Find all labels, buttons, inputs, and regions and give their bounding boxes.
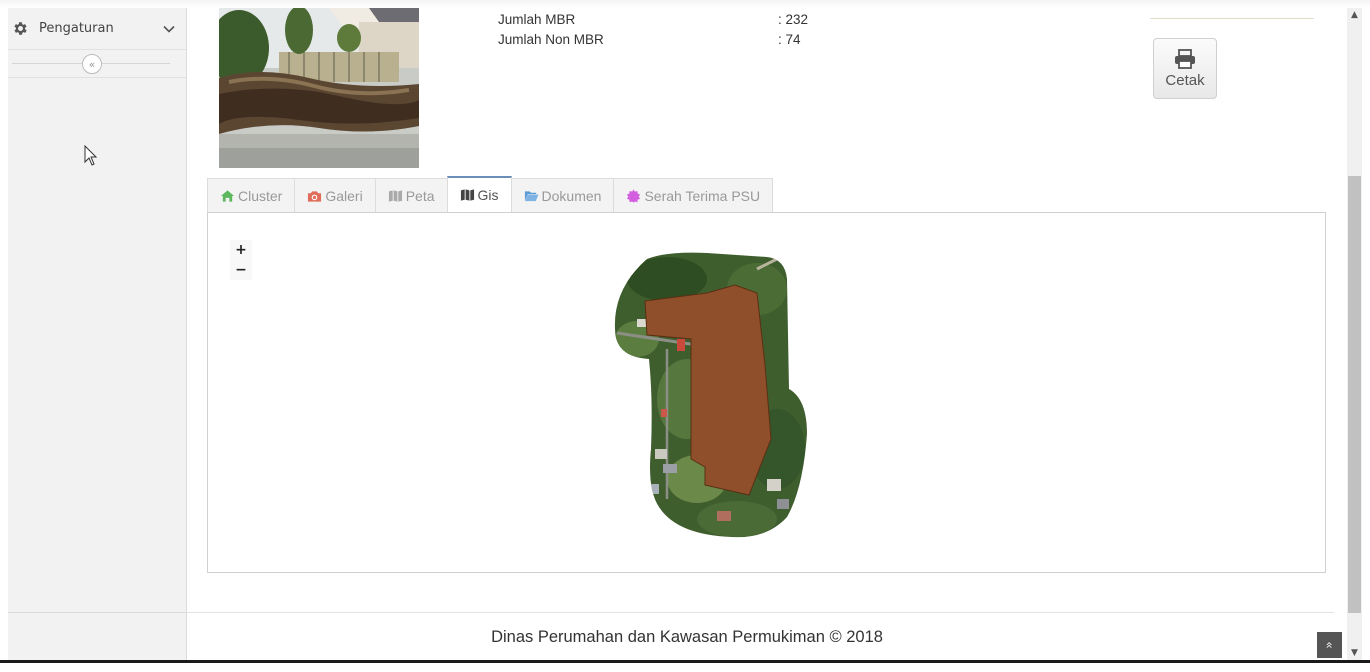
info-label: Jumlah MBR	[498, 12, 576, 27]
chevron-down-icon	[163, 25, 175, 33]
tab-peta[interactable]: Peta	[374, 178, 448, 213]
double-chevron-left-icon: «	[88, 57, 96, 71]
footer-copyright: Dinas Perumahan dan Kawasan Permukiman ©…	[491, 628, 883, 646]
scroll-down-arrow-icon[interactable]: ▼	[1347, 646, 1362, 660]
divider	[187, 612, 1334, 613]
app-frame: Pengaturan « Jumlah MBR: 232 Jumlah Non…	[8, 8, 1362, 660]
zoom-out-button[interactable]: −	[230, 260, 252, 280]
info-label: Jumlah Non MBR	[498, 32, 604, 47]
double-chevron-up-icon: «	[1322, 641, 1337, 649]
tab-label: Cluster	[238, 188, 283, 204]
map-icon	[460, 189, 474, 201]
sidebar-collapse-button[interactable]: «	[82, 54, 102, 74]
tab-cluster[interactable]: Cluster	[207, 178, 296, 213]
scroll-up-arrow-icon[interactable]: ▲	[1347, 8, 1362, 22]
detail-tabs: Cluster Galeri Peta Gis Dokumen Serah Te…	[207, 176, 774, 213]
print-button-label: Cetak	[1165, 71, 1205, 89]
sidebar: Pengaturan «	[8, 8, 187, 660]
print-button[interactable]: Cetak	[1153, 38, 1217, 99]
tab-dokumen[interactable]: Dokumen	[510, 178, 615, 213]
window-top-edge	[0, 0, 1370, 8]
sidebar-item-label: Pengaturan	[39, 21, 114, 36]
map-icon	[388, 190, 402, 202]
gear-icon	[14, 22, 27, 35]
page-scrollbar[interactable]: ▲ ▼	[1347, 8, 1362, 660]
printer-icon	[1175, 48, 1195, 69]
info-row-non-mbr: Jumlah Non MBR : 74	[498, 30, 898, 50]
info-row-mbr: Jumlah MBR : 232	[498, 10, 898, 30]
scroll-to-top-button[interactable]: «	[1317, 632, 1342, 658]
tab-label: Serah Terima PSU	[644, 188, 761, 204]
tab-label: Gis	[477, 187, 499, 203]
tab-label: Peta	[405, 188, 435, 204]
zoom-in-button[interactable]: +	[230, 240, 252, 260]
sidebar-item-pengaturan[interactable]: Pengaturan	[8, 8, 186, 50]
sidebar-collapse-row: «	[8, 50, 186, 78]
summary-info: Jumlah MBR : 232 Jumlah Non MBR : 74	[498, 10, 898, 50]
tab-gis[interactable]: Gis	[446, 176, 512, 212]
divider	[1150, 18, 1314, 19]
tab-label: Dokumen	[541, 188, 602, 204]
mouse-cursor-icon	[84, 145, 98, 166]
tab-serah-terima-psu[interactable]: Serah Terima PSU	[613, 178, 774, 213]
info-value: : 74	[778, 32, 801, 47]
tab-galeri[interactable]: Galeri	[294, 178, 376, 213]
camera-icon	[308, 191, 322, 202]
photo-image	[219, 8, 419, 168]
certificate-icon	[627, 189, 641, 203]
gis-map-layer[interactable]	[607, 249, 817, 539]
scrollbar-thumb[interactable]	[1348, 176, 1361, 613]
folder-open-icon	[524, 191, 539, 202]
map-zoom-control: + −	[230, 240, 252, 280]
info-value: : 232	[778, 12, 809, 27]
window-bottom-edge	[0, 660, 1370, 672]
property-photo	[219, 8, 419, 168]
sidebar-footer	[8, 612, 187, 660]
home-icon	[220, 190, 235, 202]
gis-map-panel[interactable]: + −	[207, 212, 1326, 573]
tab-label: Galeri	[325, 188, 363, 204]
